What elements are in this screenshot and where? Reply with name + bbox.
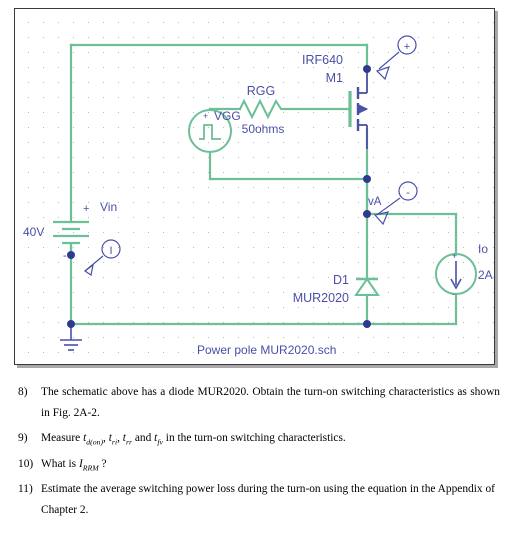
q10-tail-text: ?: [98, 457, 107, 470]
question-item-11: 11) Estimate the average switching power…: [18, 479, 500, 520]
question-list: 8) The schematic above has a diode MUR20…: [18, 382, 500, 525]
mosfet-body-arrow: [358, 104, 369, 114]
q10-subscript-1: RRM: [82, 462, 99, 472]
diode-part-label: MUR2020: [293, 291, 349, 305]
load-value-label: 2A: [478, 268, 493, 282]
load-plus-label: +: [452, 251, 457, 261]
node-ground: [67, 320, 75, 328]
rgg-resistor: [239, 98, 285, 120]
node-a-probe: - vA: [368, 181, 418, 226]
node-a-probe-label: vA: [368, 196, 382, 208]
current-probe-label: I: [109, 245, 112, 257]
diode-triangle: [354, 277, 380, 296]
question-number-11: 11): [18, 483, 33, 495]
load-minus-label: -: [452, 289, 455, 299]
schematic-drawing: + Vin 40V - I + VGG RGG 50ohms IRF640 M1…: [23, 35, 493, 357]
question-number-9: 9): [18, 432, 28, 444]
drain-probe: +: [375, 35, 417, 81]
rgg-zigzag: [239, 98, 285, 120]
mosfet-ref-label: M1: [326, 71, 343, 85]
drain-probe-arrowhead: [375, 66, 390, 81]
question-number-8: 8): [18, 386, 28, 398]
current-probe: I: [83, 239, 121, 276]
schematic-figure: + Vin 40V - I + VGG RGG 50ohms IRF640 M1…: [14, 8, 495, 365]
q9-sep-3: and: [132, 432, 155, 444]
drain-probe-sign: +: [404, 41, 410, 53]
q10-lead-text: What is: [41, 457, 79, 470]
node-a: [363, 210, 371, 218]
mosfet-symbol: [348, 69, 369, 149]
q9-tail-text: in the turn-on switching characteristics…: [162, 432, 346, 444]
question-text-9: Measure td(on), tri, trr and tfv in the …: [41, 428, 500, 449]
mosfet-part-label: IRF640: [302, 53, 343, 67]
battery-plus-label: +: [83, 203, 89, 215]
question-text-10: What is IRRM ?: [41, 454, 500, 475]
vgg-name-label: VGG: [214, 109, 241, 123]
node-bottom-right: [363, 320, 371, 328]
load-current-source: + -: [435, 251, 477, 299]
junction-nodes: [67, 65, 371, 328]
rgg-name-label: RGG: [247, 84, 275, 98]
schematic-title: Power pole MUR2020.sch: [197, 343, 336, 357]
diode-ref-label: D1: [333, 273, 349, 287]
q9-subscript-1: d(on): [86, 437, 104, 447]
node-battery-bottom: [67, 251, 75, 259]
load-name-label: Io: [478, 242, 488, 256]
question-number-10: 10): [18, 457, 34, 470]
question-item-9: 9) Measure td(on), tri, trr and tfv in t…: [18, 428, 500, 449]
vgg-plus-label: +: [203, 111, 208, 121]
question-item-8: 8) The schematic above has a diode MUR20…: [18, 382, 500, 423]
battery-minus-label: -: [63, 250, 67, 262]
node-source: [363, 175, 371, 183]
node-drain: [363, 65, 371, 73]
diode-symbol: [354, 277, 380, 296]
rgg-value-label: 50ohms: [242, 122, 285, 136]
battery-name-label: Vin: [100, 200, 117, 214]
battery-value-label: 40V: [23, 225, 44, 239]
q9-lead-text: Measure: [41, 432, 84, 444]
question-text-11: Estimate the average switching power los…: [41, 483, 495, 516]
battery-symbol: [53, 214, 89, 255]
node-a-probe-sign: -: [406, 187, 410, 199]
current-probe-arrowhead: [83, 263, 94, 276]
question-text-8: The schematic above has a diode MUR2020.…: [41, 386, 500, 419]
vgg-pulse-waveform: [199, 124, 221, 140]
page-root: + Vin 40V - I + VGG RGG 50ohms IRF640 M1…: [0, 0, 513, 553]
question-item-10: 10) What is IRRM ?: [18, 454, 500, 475]
